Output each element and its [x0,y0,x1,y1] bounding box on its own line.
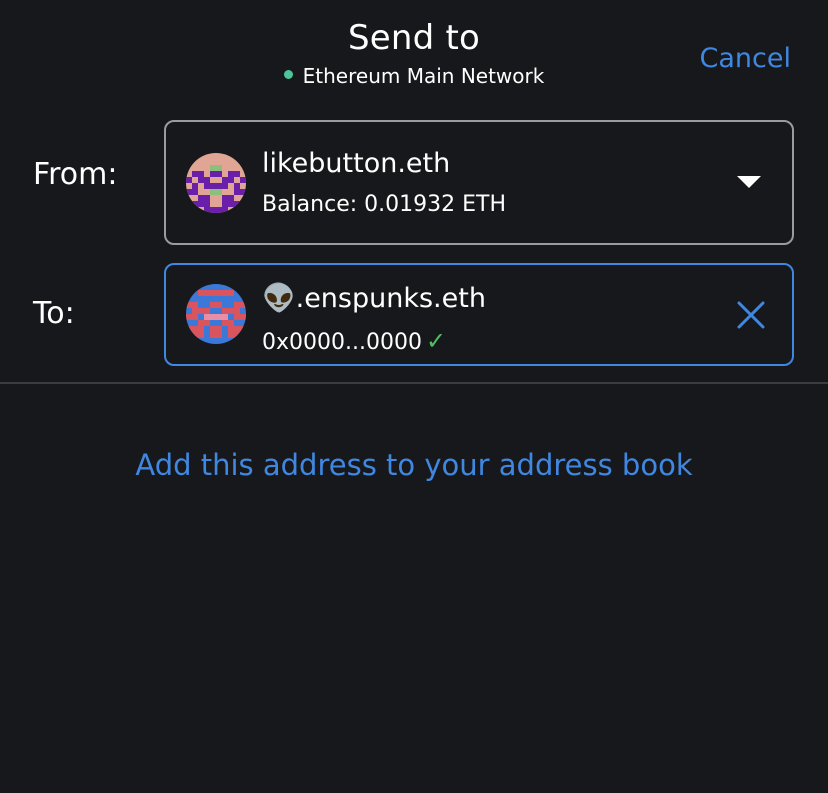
to-address-text: 0x0000...0000 [262,330,422,355]
from-label: From: [33,157,118,192]
to-avatar [186,284,246,344]
check-icon: ✓ [425,327,447,355]
network-name: Ethereum Main Network [302,64,545,88]
from-avatar [186,153,246,213]
from-account-selector[interactable]: likebutton.eth Balance: 0.01932 ETH [164,120,794,245]
header: Send to Ethereum Main Network Cancel [0,0,828,110]
from-account-name: likebutton.eth [262,148,451,179]
cancel-button[interactable]: Cancel [700,42,791,76]
to-address-field[interactable]: 👽.enspunks.eth 0x0000...0000 ✓ [164,263,794,366]
to-account-name: 👽.enspunks.eth [262,283,486,314]
to-address: 0x0000...0000 ✓ [262,327,446,357]
close-icon[interactable] [735,299,767,331]
send-screen: Send to Ethereum Main Network Cancel Fro… [0,0,828,793]
caret-down-icon[interactable] [737,176,761,188]
network-status-dot-icon [283,70,293,79]
divider [0,382,828,384]
add-to-address-book-link[interactable]: Add this address to your address book [0,446,828,484]
to-label: To: [33,296,75,331]
from-balance: Balance: 0.01932 ETH [262,192,506,217]
